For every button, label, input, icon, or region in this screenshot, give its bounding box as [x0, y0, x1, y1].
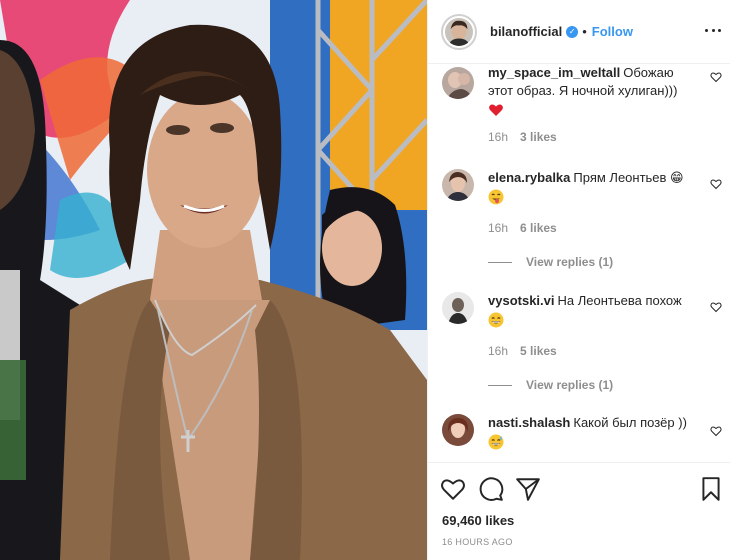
- header-separator: •: [582, 24, 587, 39]
- commenter-avatar[interactable]: [442, 414, 474, 446]
- comment-bubble-icon[interactable]: [478, 476, 504, 502]
- grin-sweat-face-emoji-icon: [488, 434, 504, 450]
- author-username[interactable]: bilanofficial: [490, 24, 562, 39]
- author-avatar[interactable]: [445, 17, 473, 46]
- replies-divider: [488, 384, 512, 386]
- comment-body: nasti.shalash Какой был позёр )): [488, 414, 698, 450]
- comment-time: 16h: [488, 221, 509, 235]
- comment-like-heart-icon[interactable]: [710, 71, 722, 83]
- share-paper-plane-icon[interactable]: [515, 476, 541, 502]
- commenter-avatar[interactable]: [442, 292, 474, 324]
- verified-badge-icon: ✓: [566, 25, 579, 38]
- comment-username[interactable]: elena.rybalka: [488, 170, 570, 185]
- comment-text: Какой был позёр )): [573, 415, 687, 430]
- like-heart-icon[interactable]: [440, 476, 466, 502]
- commenter-avatar[interactable]: [442, 67, 474, 99]
- post-actions: 69,460 likes 16 HOURS AGO: [428, 462, 730, 560]
- comment-body: elena.rybalka Прям Леонтьев 😁: [488, 169, 698, 205]
- comment-like-heart-icon[interactable]: [710, 425, 722, 437]
- more-options-icon[interactable]: [705, 22, 721, 38]
- post-header: bilanofficial ✓ • Follow: [428, 0, 730, 64]
- comment-meta: 16h 6 likes: [488, 221, 557, 235]
- comment-username[interactable]: my_space_im_weltall: [488, 65, 620, 80]
- post-photo[interactable]: [0, 0, 427, 560]
- view-replies-button[interactable]: View replies (1): [488, 255, 613, 269]
- comment-text: Прям Леонтьев 😁: [573, 170, 684, 185]
- author-avatar-ring[interactable]: [441, 13, 477, 50]
- comment-meta: 16h 3 likes: [488, 130, 557, 144]
- comment-username[interactable]: vysotski.vi: [488, 293, 555, 308]
- replies-divider: [488, 261, 512, 263]
- tongue-face-emoji-icon: [488, 189, 504, 205]
- bookmark-save-icon[interactable]: [698, 476, 724, 502]
- comment-username[interactable]: nasti.shalash: [488, 415, 570, 430]
- grin-face-emoji-icon: [488, 312, 504, 328]
- post-image: [0, 0, 427, 560]
- comment-like-heart-icon[interactable]: [710, 178, 722, 190]
- post-likes-count[interactable]: 69,460 likes: [442, 513, 514, 528]
- comment-like-heart-icon[interactable]: [710, 301, 722, 313]
- comment-text: На Леонтьева похож: [557, 293, 682, 308]
- comment-likes[interactable]: 5 likes: [520, 344, 557, 358]
- comment-time: 16h: [488, 344, 509, 358]
- comment-likes[interactable]: 6 likes: [520, 221, 557, 235]
- post-sidebar: bilanofficial ✓ • Follow my_space_im_wel…: [427, 0, 730, 560]
- comments-list[interactable]: my_space_im_weltall Обожаю этот образ. Я …: [428, 64, 730, 462]
- comment-body: my_space_im_weltall Обожаю этот образ. Я …: [488, 64, 698, 118]
- red-heart-emoji-icon: [489, 104, 503, 116]
- comment-likes[interactable]: 3 likes: [520, 130, 557, 144]
- comment-body: vysotski.vi На Леонтьева похож: [488, 292, 698, 328]
- comment-time: 16h: [488, 130, 509, 144]
- instagram-post: bilanofficial ✓ • Follow my_space_im_wel…: [0, 0, 730, 560]
- post-timestamp[interactable]: 16 HOURS AGO: [442, 537, 513, 547]
- view-replies-label: View replies (1): [526, 378, 614, 392]
- commenter-avatar[interactable]: [442, 169, 474, 201]
- view-replies-button[interactable]: View replies (1): [488, 378, 613, 392]
- follow-button[interactable]: Follow: [592, 24, 633, 39]
- view-replies-label: View replies (1): [526, 255, 614, 269]
- comment-meta: 16h 5 likes: [488, 344, 557, 358]
